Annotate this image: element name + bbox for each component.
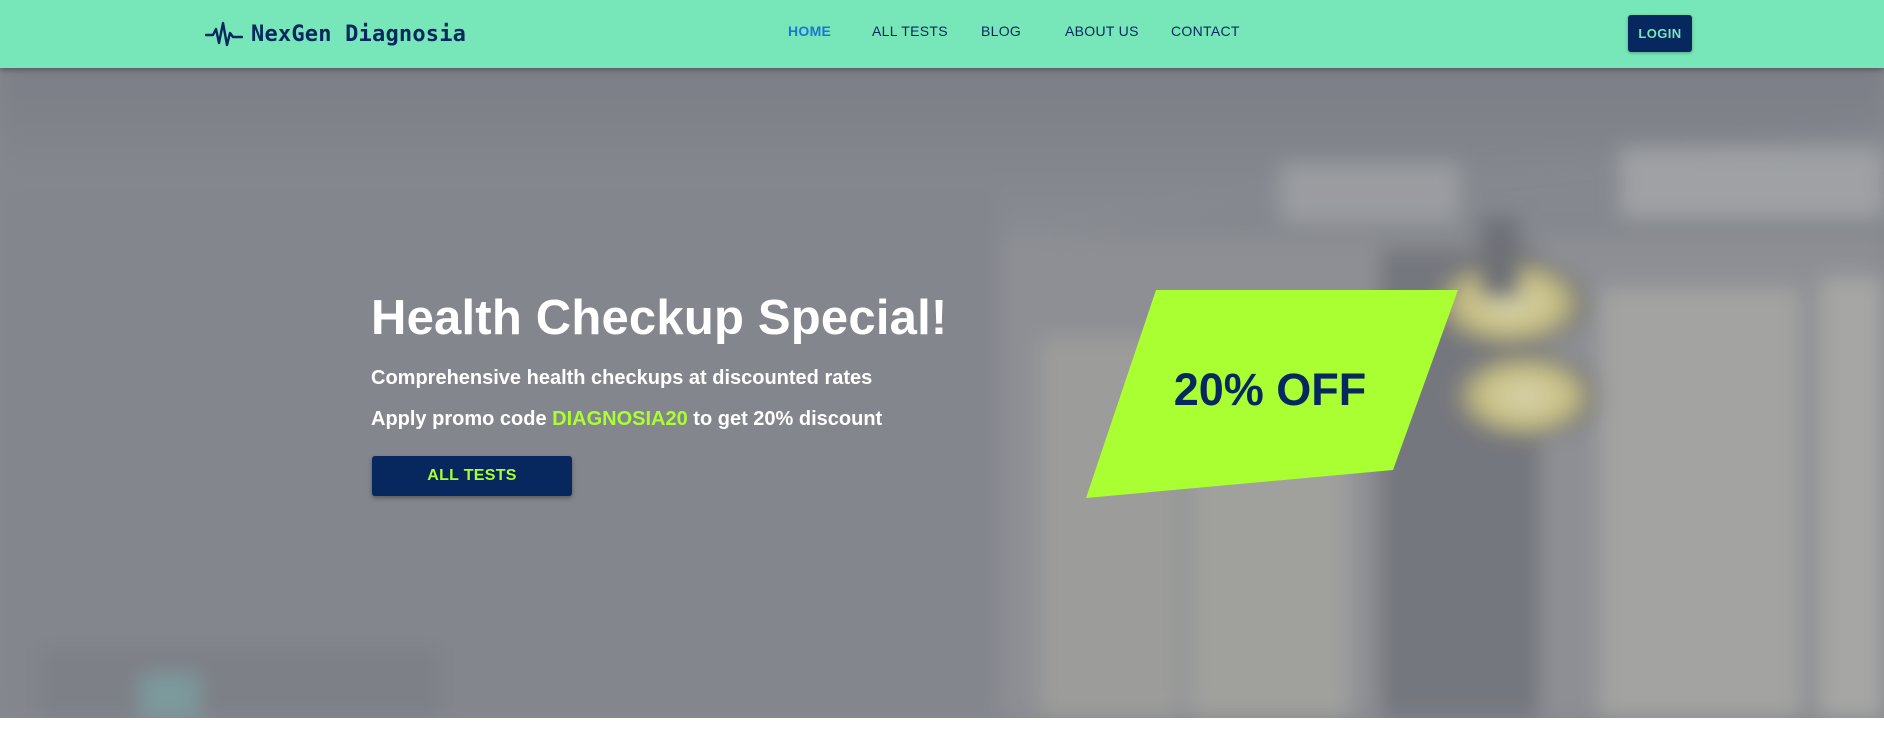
hero-banner: Health Checkup Special! Comprehensive he… [0, 68, 1884, 718]
promo-code: DIAGNOSIA20 [552, 408, 688, 430]
hero-background-image [0, 68, 1884, 718]
promo-suffix: to get 20% discount [693, 408, 883, 430]
all-tests-button[interactable]: ALL TESTS [372, 456, 572, 496]
nav-all-tests[interactable]: ALL TESTS [872, 23, 948, 39]
hero-title: Health Checkup Special! [371, 291, 948, 345]
login-button[interactable]: LOGIN [1628, 15, 1692, 52]
nav-contact[interactable]: CONTACT [1171, 23, 1240, 39]
nav-about-us[interactable]: ABOUT US [1065, 23, 1139, 39]
promo-text: Apply promo code DIAGNOSIA20 to get 20% … [371, 408, 882, 431]
promo-prefix: Apply promo code [371, 408, 547, 430]
discount-label: 20% OFF [1173, 364, 1367, 415]
nav-home[interactable]: HOME [788, 23, 831, 39]
main-nav: HOME ALL TESTS BLOG ABOUT US CONTACT [0, 0, 1884, 66]
hero-subtitle: Comprehensive health checkups at discoun… [371, 367, 873, 389]
nav-blog[interactable]: BLOG [981, 23, 1021, 39]
site-header: NexGen Diagnosia HOME ALL TESTS BLOG ABO… [0, 0, 1884, 68]
